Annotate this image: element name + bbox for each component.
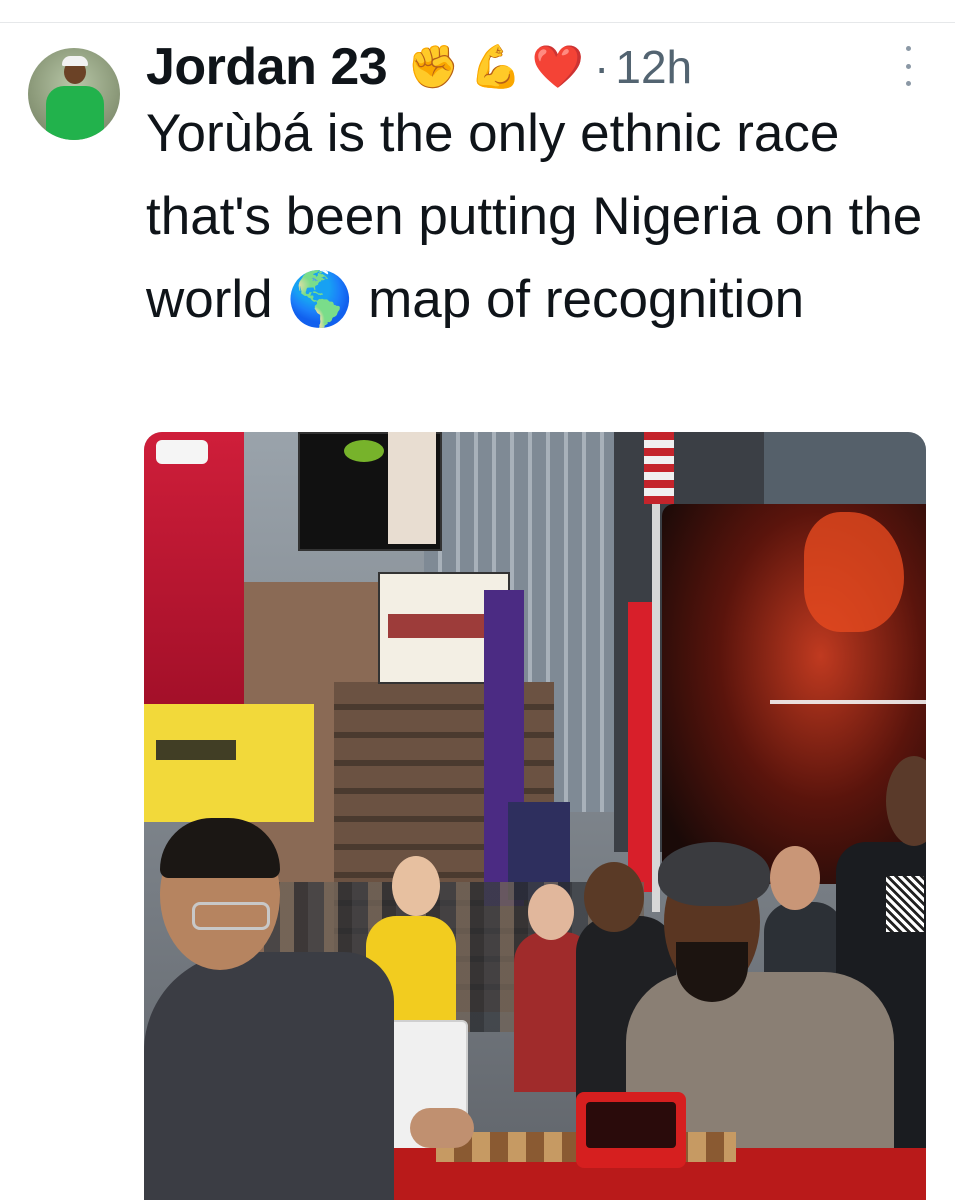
photo-flag	[644, 432, 674, 504]
tweet-photo[interactable]	[144, 432, 926, 1200]
photo-figs-logo	[156, 740, 236, 760]
photo-beret	[658, 842, 770, 906]
photo-screen-text	[770, 700, 926, 768]
photo-qr-code	[886, 876, 924, 932]
photo-horror-title	[388, 614, 492, 638]
flexed-biceps-emoji-icon: 💪	[469, 42, 522, 91]
photo-glasses	[192, 902, 270, 930]
author-avatar[interactable]	[28, 48, 120, 140]
tweet-header: Jordan 23 ✊ 💪 ❤️ · 12h	[146, 34, 692, 100]
tweet-timestamp[interactable]: 12h	[615, 40, 692, 94]
fist-emoji-icon: ✊	[407, 42, 460, 91]
photo-hand	[410, 1108, 474, 1148]
photo-wicked-logo	[344, 440, 384, 462]
photo-red-billboard	[144, 432, 244, 717]
photo-chess-player-left	[144, 952, 394, 1200]
more-options-icon[interactable]	[896, 46, 920, 86]
avatar-shirt	[46, 86, 104, 140]
photo-woman-red-head	[528, 884, 574, 940]
tweet-text-end: map of recognition	[368, 270, 805, 329]
photo-chess-clock-display	[586, 1102, 676, 1148]
photo-figs-billboard	[144, 704, 314, 822]
red-heart-emoji-icon: ❤️	[531, 42, 585, 91]
top-divider	[0, 22, 955, 23]
more-dot	[905, 81, 911, 86]
tweet-text: Yorùbá is the only ethnic race that's be…	[146, 92, 926, 341]
photo-hoodie-man-head	[770, 846, 820, 910]
photo-flag-pole	[652, 432, 660, 912]
more-dot	[905, 46, 911, 51]
globe-americas-emoji-icon: 🌎	[287, 269, 354, 330]
photo-wicked-face	[388, 432, 436, 544]
header-separator: ·	[594, 41, 610, 93]
avatar-cap	[62, 56, 88, 66]
photo-red-vertical-sign	[628, 602, 654, 892]
photo-yellow-vest-man-head	[392, 856, 440, 916]
more-dot	[905, 63, 911, 69]
photo-new-badge	[156, 440, 208, 464]
photo-woman-black-head	[584, 862, 644, 932]
author-display-name[interactable]: Jordan 23	[146, 37, 388, 97]
